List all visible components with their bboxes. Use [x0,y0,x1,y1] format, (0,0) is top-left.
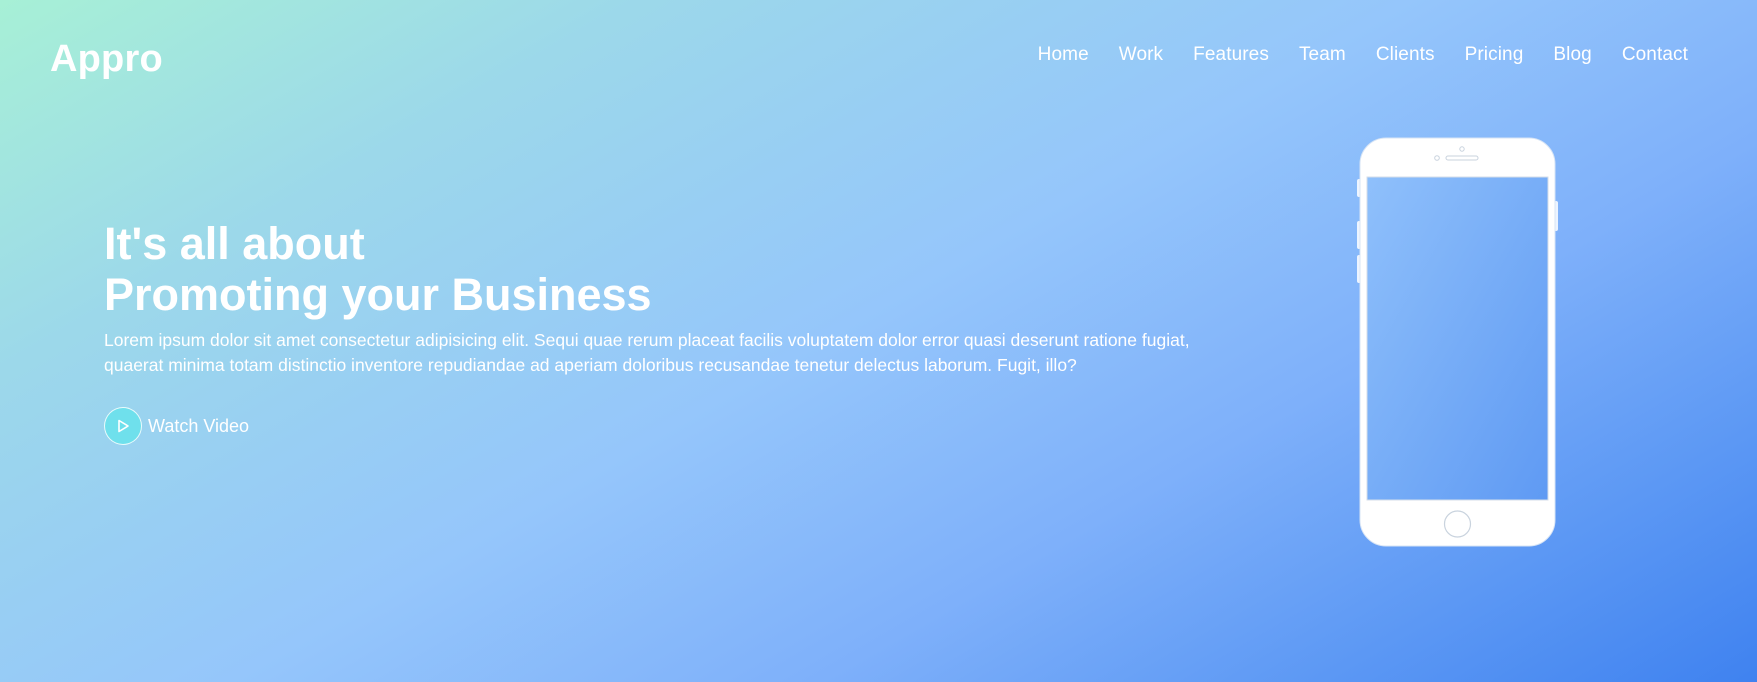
hero-description: Lorem ipsum dolor sit amet consectetur a… [104,330,1190,375]
watch-video-button[interactable]: Watch Video [104,407,249,445]
nav-item-pricing[interactable]: Pricing [1465,44,1524,66]
nav-item-contact[interactable]: Contact [1622,44,1688,66]
nav-item-blog[interactable]: Blog [1553,44,1591,66]
hero-headline: It's all about Promoting your Business [104,218,652,320]
nav-item-work[interactable]: Work [1119,44,1163,66]
brand-logo[interactable]: Appro [50,38,163,81]
nav-item-team[interactable]: Team [1299,44,1346,66]
headline-line-2: Promoting your Business [104,269,652,320]
phone-mockup [1357,137,1558,547]
watch-video-label: Watch Video [148,415,250,436]
phone-home-button [1443,510,1472,538]
main-nav: Home Work Features Team Clients Pricing … [1038,44,1688,66]
phone-screen [1366,176,1549,501]
hero-section: Appro Home Work Features Team Clients Pr… [0,0,1757,682]
play-button[interactable] [104,407,142,445]
nav-item-home[interactable]: Home [1038,44,1089,66]
nav-item-clients[interactable]: Clients [1376,44,1435,66]
play-icon [118,419,129,433]
nav-item-features[interactable]: Features [1193,44,1269,66]
headline-line-1: It's all about [104,218,365,269]
